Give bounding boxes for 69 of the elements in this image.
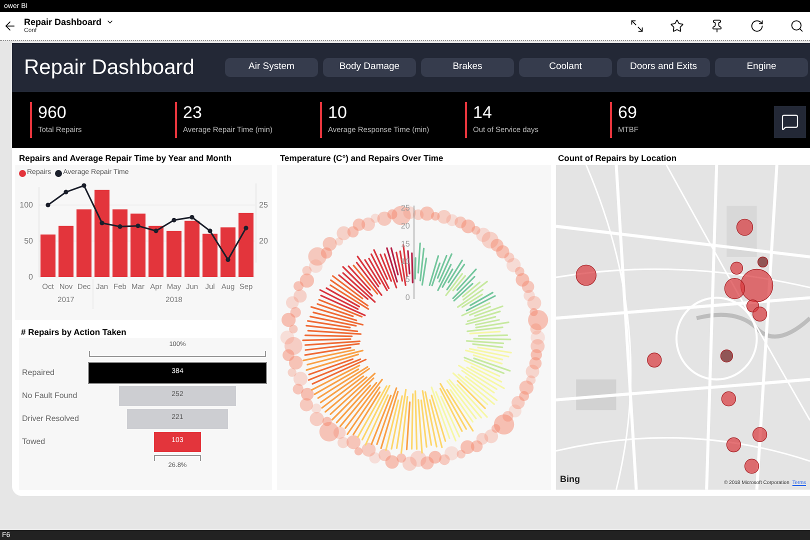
point (64, 190, 68, 194)
point (118, 224, 122, 229)
kpi-value: 10 (328, 102, 348, 124)
axis-tick: 20 (400, 222, 410, 231)
dashboard-title: Repair Dashboard (24, 54, 196, 81)
bar (40, 234, 56, 277)
kpi-accent-bar (320, 102, 322, 138)
axis-tick: 10 (400, 258, 410, 267)
star-icon (670, 19, 684, 33)
point (190, 214, 194, 220)
bar (166, 230, 182, 277)
y-tick: 50 (24, 236, 33, 246)
filter-button[interactable]: Body Damage (323, 58, 416, 77)
point (100, 220, 104, 226)
point (82, 183, 86, 188)
filter-button[interactable]: Engine (715, 58, 808, 77)
point (244, 226, 248, 230)
bar (220, 227, 236, 277)
kpi-value: 23 (183, 102, 203, 124)
y-tick: 100 (20, 200, 33, 210)
expand-icon (630, 19, 644, 33)
bar (148, 226, 164, 277)
point (208, 228, 212, 233)
filter-button[interactable]: Brakes (421, 58, 514, 77)
panel-title: # Repairs by Action Taken (20, 326, 128, 336)
point (154, 228, 158, 233)
kpi-accent-bar (175, 102, 177, 138)
funnel-label: Driver Resolved (21, 412, 80, 425)
axis-tick: 25 (400, 204, 410, 213)
kpi-value: 960 (38, 102, 68, 124)
point (226, 257, 230, 262)
funnel-label: Towed (21, 436, 46, 448)
axis-tick: 5 (405, 275, 410, 284)
y-tick: 0 (28, 272, 33, 282)
kpi-accent-bar (465, 102, 467, 138)
comment-button[interactable] (774, 106, 806, 138)
point (172, 218, 176, 222)
map-provider-label: Bing (560, 472, 580, 486)
bar (76, 209, 92, 277)
panel-title: Repairs and Average Repair Time by Year and Month (18, 152, 233, 166)
speech-bubble-icon (781, 112, 799, 131)
range-bracket (154, 455, 201, 462)
bar (58, 226, 74, 277)
filter-button[interactable]: Coolant (519, 58, 612, 77)
kpi-accent-bar (30, 102, 32, 138)
panel-title: Count of Repairs by Location (557, 152, 678, 166)
point (46, 202, 50, 208)
report-title-dropdown[interactable]: Repair Dashboard (24, 16, 114, 28)
bar (238, 212, 254, 277)
y-tick: 25 (259, 200, 268, 210)
bar (184, 220, 200, 277)
pin-icon (710, 19, 724, 33)
search-icon (790, 19, 804, 33)
funnel-label: Repaired (21, 366, 56, 379)
panel-title: Temperature (C°) and Repairs Over Time (279, 152, 444, 166)
axis-tick: 0 (405, 293, 410, 302)
bar (202, 234, 218, 277)
filter-button[interactable]: Air System (225, 58, 318, 77)
filter-button[interactable]: Doors and Exits (617, 58, 710, 77)
bar (130, 213, 146, 277)
point (136, 223, 140, 228)
kpi-value: 69 (618, 102, 638, 124)
bar (112, 209, 128, 277)
kpi-value: 14 (473, 102, 493, 124)
kpi-accent-bar (610, 102, 612, 138)
y-tick: 20 (259, 236, 268, 246)
refresh-icon (750, 19, 764, 33)
funnel-label: No Fault Found (21, 390, 78, 402)
axis-tick: 15 (400, 240, 410, 249)
